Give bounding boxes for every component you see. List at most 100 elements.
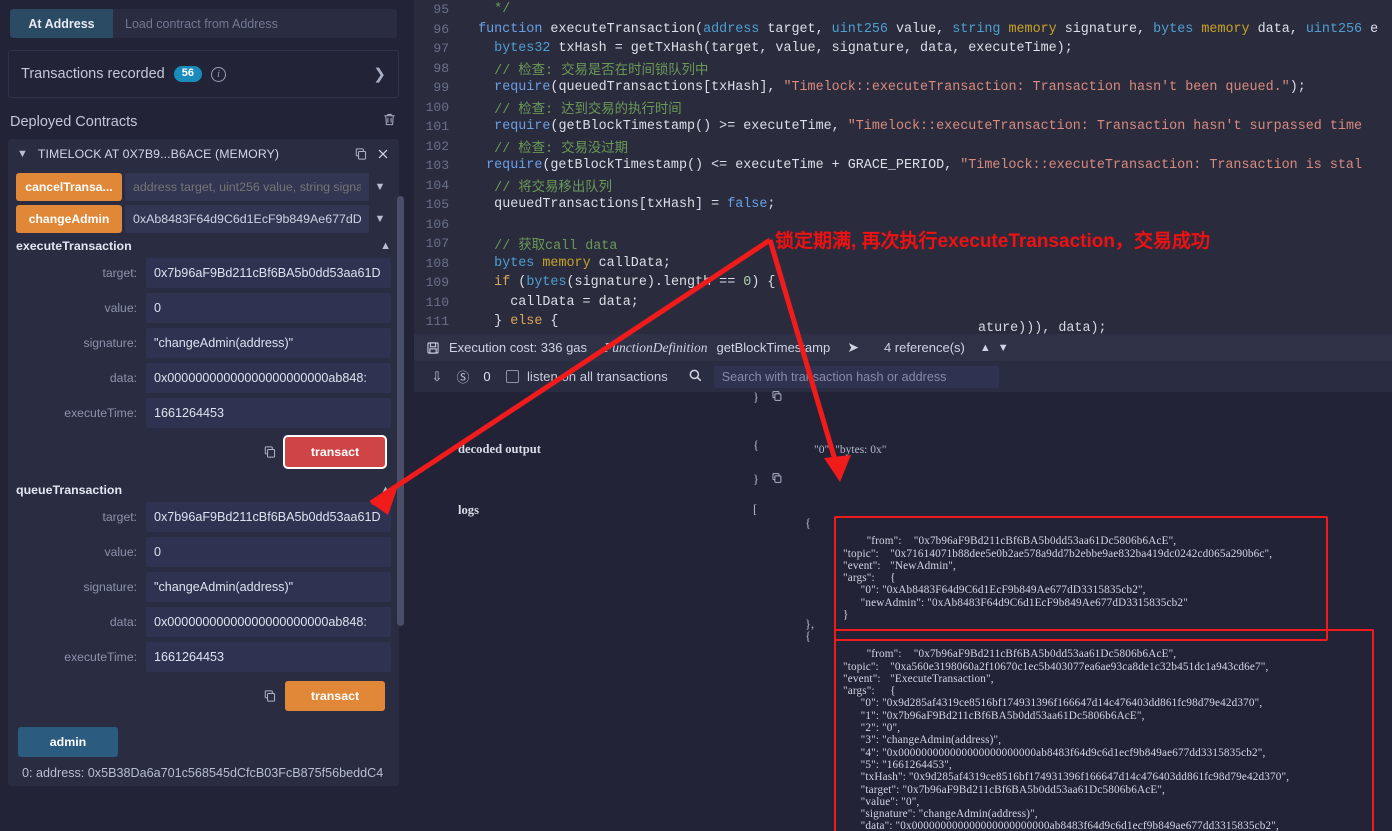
queue-transaction-header[interactable]: queueTransaction ▲ [16, 483, 391, 497]
chevron-down-icon[interactable]: ▼ [17, 148, 28, 160]
contract-header-row[interactable]: ▼ TIMELOCK AT 0X7B9...B6ACE (MEMORY) [8, 139, 399, 169]
param-label: executeTime: [64, 650, 137, 664]
code-text: // 检查: 达到交易的执行时间 [494, 102, 682, 118]
admin-button[interactable]: admin [18, 727, 118, 757]
copy-icon[interactable] [263, 445, 277, 459]
param-row: executeTime: [16, 642, 391, 672]
queue-executeTime-input[interactable] [146, 642, 391, 672]
param-row: signature: [16, 328, 391, 358]
contract-title: TIMELOCK AT 0X7B9...B6ACE (MEMORY) [37, 147, 280, 161]
code-text: require(getBlockTimestamp() >= executeTi… [494, 119, 1363, 135]
save-icon[interactable] [426, 341, 440, 355]
line-number: 96 [433, 21, 449, 37]
code-text: callData = data; [510, 294, 639, 310]
listen-on-all-transactions-label: listen on all transactions [527, 369, 668, 384]
code-text: // 获取call data [494, 239, 618, 255]
code-line: 109 if (bytes(signature).length == 0) { [414, 273, 1392, 293]
queue-transaction-transact-button[interactable]: transact [285, 681, 385, 711]
execution-cost-label: Execution cost: 336 gas [449, 340, 588, 355]
chevron-right-icon[interactable]: ❯ [373, 65, 386, 83]
code-lines: 95 */96 function executeTransaction(addr… [414, 0, 1392, 332]
code-text: require(getBlockTimestamp() <= executeTi… [486, 158, 1363, 174]
execute-signature-input[interactable] [146, 328, 391, 358]
execute-transaction-transact-button[interactable]: transact [283, 435, 387, 469]
param-row: signature: [16, 572, 391, 602]
transactions-recorded-count: 56 [173, 66, 202, 82]
execute-executeTime-input[interactable] [146, 398, 391, 428]
terminal-toolbar: ⇩ Ⓢ 0 listen on all transactions [414, 361, 1392, 392]
execute-transaction-title: executeTransaction [16, 239, 132, 253]
code-text: // 检查: 交易没过期 [494, 141, 629, 157]
line-number: 107 [425, 236, 449, 252]
code-line: 100 // 检查: 达到交易的执行时间 [414, 98, 1392, 118]
logs-label: logs [458, 503, 479, 517]
listen-on-all-transactions-checkbox[interactable] [506, 370, 519, 383]
line-number: 101 [425, 119, 449, 135]
log-entry-execute-transaction: "from": "0x7b96aF9Bd211cBf6BA5b0dd53aa61… [834, 629, 1374, 831]
code-line: 101 require(getBlockTimestamp() >= execu… [414, 117, 1392, 137]
execute-value-input[interactable] [146, 293, 391, 323]
copy-icon[interactable] [771, 389, 783, 407]
no-entry-icon[interactable]: Ⓢ [450, 367, 476, 386]
terminal-search-input[interactable] [713, 365, 999, 388]
deployed-contracts-header: Deployed Contracts [10, 112, 397, 132]
at-address-row: At Address [10, 9, 397, 38]
deployed-contracts-title: Deployed Contracts [10, 114, 138, 130]
chevron-up-icon[interactable]: ▲ [380, 484, 391, 496]
at-address-button[interactable]: At Address [10, 9, 113, 38]
transactions-recorded-section[interactable]: Transactions recorded 56 i ❯ [8, 50, 399, 98]
change-admin-input[interactable] [125, 205, 369, 233]
execute-data-input[interactable] [146, 363, 391, 393]
queue-signature-input[interactable] [146, 572, 391, 602]
chevron-down-icon[interactable]: ▼ [998, 342, 1009, 354]
execute-transaction-header[interactable]: executeTransaction ▲ [16, 239, 391, 253]
info-icon[interactable]: i [210, 66, 226, 82]
cancel-transaction-input[interactable] [125, 173, 369, 201]
queue-data-input[interactable] [146, 607, 391, 637]
search-icon[interactable] [688, 368, 703, 386]
code-text: if (bytes(signature).length == 0) { [494, 275, 776, 291]
code-editor[interactable]: 95 */96 function executeTransaction(addr… [414, 0, 1392, 334]
copy-icon[interactable] [771, 471, 783, 489]
jump-to-icon[interactable]: ➤ [847, 339, 859, 356]
deploy-and-run-panel: At Address Transactions recorded 56 i ❯ … [0, 0, 407, 831]
code-text: queuedTransactions[txHash] = false; [494, 197, 776, 213]
code-text: bytes memory callData; [494, 255, 671, 271]
line-number: 109 [425, 275, 449, 291]
code-text: function executeTransaction(address targ… [478, 21, 1379, 37]
code-line: 95 */ [414, 0, 1392, 20]
trash-icon[interactable] [382, 112, 397, 132]
param-row: value: [16, 537, 391, 567]
chevron-down-icon[interactable]: ▼ [369, 181, 391, 193]
chevron-up-icon[interactable]: ▲ [380, 240, 391, 252]
code-line: 99 require(queuedTransactions[txHash], "… [414, 78, 1392, 98]
queue-target-input[interactable] [146, 502, 391, 532]
param-label: signature: [83, 336, 137, 350]
copy-icon[interactable] [263, 689, 277, 703]
chevron-up-icon[interactable]: ▲ [980, 342, 991, 354]
line-number: 95 [433, 2, 449, 18]
close-icon[interactable] [376, 147, 390, 161]
line-number: 100 [425, 99, 449, 115]
param-row: executeTime: [16, 398, 391, 428]
param-label: signature: [83, 580, 137, 594]
at-address-input[interactable] [113, 9, 397, 38]
queue-value-input[interactable] [146, 537, 391, 567]
param-row: target: [16, 258, 391, 288]
sidebar-scrollbar[interactable] [397, 196, 404, 626]
copy-icon[interactable] [354, 147, 368, 161]
queue-transact-row: transact [16, 681, 385, 711]
change-admin-button[interactable]: changeAdmin [16, 205, 122, 233]
references-label: 4 reference(s) [883, 340, 965, 355]
terminal-output: decoded output logs } { "0": "bytes: 0x"… [414, 389, 1392, 831]
function-row-changeAdmin: changeAdmin ▼ [16, 205, 391, 233]
execute-target-input[interactable] [146, 258, 391, 288]
definition-name-label: getBlockTimestamp [716, 340, 831, 355]
annotation-text: 锁定期满, 再次执行executeTransaction，交易成功 [775, 231, 1210, 252]
log-entry-new-admin: "from": "0x7b96aF9Bd211cBf6BA5b0dd53aa61… [834, 516, 1328, 641]
cancel-transaction-button[interactable]: cancelTransa... [16, 173, 122, 201]
line-number: 110 [425, 294, 449, 310]
line-number: 105 [425, 197, 449, 213]
chevrons-down-icon[interactable]: ⇩ [424, 369, 450, 385]
chevron-down-icon[interactable]: ▼ [369, 213, 391, 225]
